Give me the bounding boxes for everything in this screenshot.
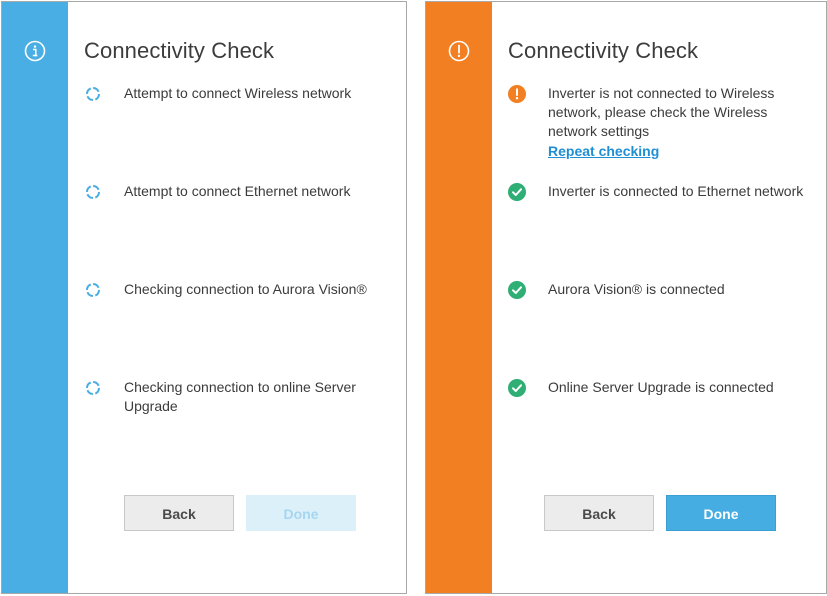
item-text: Online Server Upgrade is connected: [548, 379, 774, 395]
status-stripe: [2, 2, 68, 593]
item-text: Aurora Vision® is connected: [548, 281, 725, 297]
done-button[interactable]: Done: [246, 495, 356, 531]
info-icon: [24, 40, 46, 62]
check-icon: [508, 281, 526, 299]
error-icon: [508, 85, 526, 103]
connectivity-check-panel-checking: Connectivity Check Attempt to connect Wi…: [1, 1, 407, 594]
connectivity-check-panel-result: Connectivity Check Inverter is not conne…: [425, 1, 827, 594]
page-title: Connectivity Check: [84, 38, 275, 63]
back-button[interactable]: Back: [124, 495, 234, 531]
item-text: Checking connection to online Server Upg…: [124, 379, 356, 414]
done-button[interactable]: Done: [666, 495, 776, 531]
page-title: Connectivity Check: [508, 38, 699, 63]
item-text: Checking connection to Aurora Vision®: [124, 281, 367, 297]
check-icon: [508, 183, 526, 201]
back-button[interactable]: Back: [544, 495, 654, 531]
spinner-icon: [86, 283, 100, 297]
item-text: Attempt to connect Wireless network: [124, 85, 352, 101]
spinner-icon: [86, 381, 100, 395]
status-stripe: [426, 2, 492, 593]
repeat-checking-link[interactable]: Repeat checking: [548, 142, 659, 161]
spinner-icon: [86, 87, 100, 101]
item-text: Inverter is not connected to Wireless ne…: [548, 85, 775, 139]
item-text: Attempt to connect Ethernet network: [124, 183, 351, 199]
alert-icon: [448, 40, 470, 62]
item-text: Inverter is connected to Ethernet networ…: [548, 183, 804, 199]
check-icon: [508, 379, 526, 397]
spinner-icon: [86, 185, 100, 199]
